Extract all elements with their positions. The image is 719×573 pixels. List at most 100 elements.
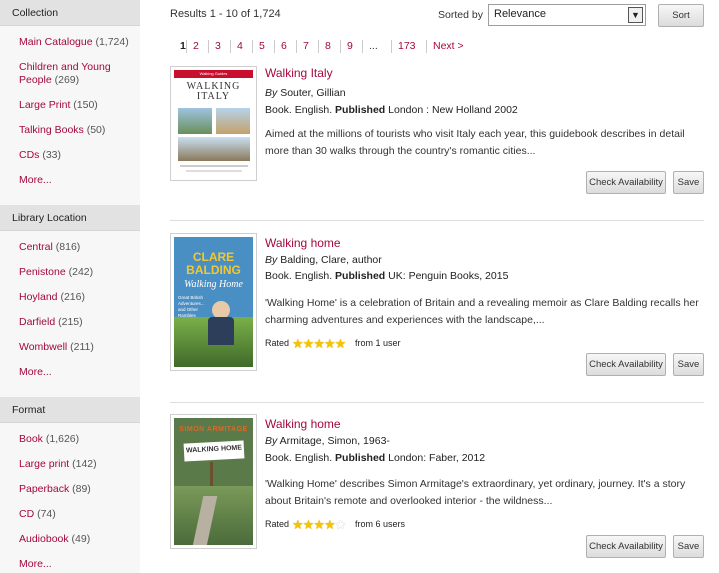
chevron-down-icon[interactable]: ▼: [628, 7, 643, 23]
facet-link-large-print-format[interactable]: Large print: [19, 458, 69, 470]
check-availability-button[interactable]: Check Availability: [586, 535, 666, 558]
facet-item: Main Catalogue (1,724): [19, 36, 129, 48]
facet-item: Wombwell (211): [19, 341, 94, 353]
cover-post: [210, 462, 213, 486]
cover-tagline: Great British Adventures... and Other Ra…: [178, 295, 205, 318]
page-link-6[interactable]: 6: [281, 40, 287, 52]
star-icon: ★: [302, 336, 315, 351]
star-icon: ★: [323, 336, 336, 351]
facet-link-large-print[interactable]: Large Print: [19, 99, 70, 111]
result-item: Walking Guides WALKING ITALY Walking Ita…: [170, 66, 704, 216]
facet-item: Hoyland (216): [19, 291, 85, 303]
facet-link-main-catalogue[interactable]: Main Catalogue: [19, 36, 93, 48]
sort-select[interactable]: Relevance ▼: [488, 4, 646, 26]
page-link-3[interactable]: 3: [215, 40, 221, 52]
cover-title: CLARE BALDING: [186, 250, 241, 277]
facet-more-location-link[interactable]: More...: [19, 366, 52, 378]
page-link-wrap: 3: [208, 40, 221, 53]
sort-button[interactable]: Sort: [658, 4, 704, 27]
book-cover[interactable]: Walking Guides WALKING ITALY: [170, 66, 257, 181]
facet-more: More...: [0, 174, 140, 187]
result-rating: Rated ★★★★★ from 1 user: [265, 336, 401, 351]
save-button[interactable]: Save: [673, 535, 704, 558]
rating-label: Rated: [265, 338, 290, 348]
page-link-wrap: Next >: [426, 40, 464, 53]
cover-title: SIMON ARMITAGE: [179, 426, 248, 433]
book-cover[interactable]: CLARE BALDING Walking Home Great British…: [170, 233, 257, 371]
rating-stars: ★★★★★: [292, 336, 347, 352]
result-divider: [170, 220, 704, 221]
star-icon: ★: [313, 517, 325, 532]
page-link-next[interactable]: Next >: [433, 40, 464, 52]
save-button[interactable]: Save: [673, 353, 704, 376]
page-ellipsis-wrap: ...: [362, 40, 378, 53]
result-divider: [170, 402, 704, 403]
star-icon: ★: [323, 517, 336, 532]
page-link-4[interactable]: 4: [237, 40, 243, 52]
page-link-2[interactable]: 2: [193, 40, 199, 52]
rating-from: from 1 user: [355, 338, 401, 348]
star-icon: ★: [292, 336, 304, 351]
star-icon: ★: [334, 336, 347, 351]
facet-link-central[interactable]: Central: [19, 241, 53, 253]
facet-link-paperback[interactable]: Paperback: [19, 483, 69, 495]
facet-item: Book (1,626): [19, 433, 80, 445]
check-availability-button[interactable]: Check Availability: [586, 171, 666, 194]
page-link-wrap: 4: [230, 40, 243, 53]
book-cover[interactable]: SIMON ARMITAGE WALKING HOME: [170, 414, 257, 549]
facet-more-format-link[interactable]: More...: [19, 558, 52, 570]
result-title-link[interactable]: Walking home: [265, 417, 341, 431]
star-icon: ★: [313, 336, 325, 351]
page-link-7[interactable]: 7: [303, 40, 309, 52]
facet-more: More...: [0, 558, 140, 571]
star-icon: ★: [334, 517, 347, 532]
facet-list-location: Central (816) Penistone (242) Hoyland (2…: [0, 231, 140, 397]
cover-field: [174, 486, 253, 545]
facet-item: Large print (142): [19, 458, 97, 470]
check-availability-button[interactable]: Check Availability: [586, 353, 666, 376]
result-rating: Rated ★★★★★ from 6 users: [265, 517, 405, 532]
page-current: 1: [180, 40, 186, 52]
facet-item: Paperback (89): [19, 483, 91, 495]
page-link-wrap: 173: [391, 40, 416, 53]
cover-subtitle: Walking Home: [184, 279, 243, 290]
facet-more-collection-link[interactable]: More...: [19, 174, 52, 186]
result-description: Aimed at the millions of tourists who vi…: [265, 128, 685, 157]
cover-art-simon-armitage: SIMON ARMITAGE WALKING HOME: [174, 418, 253, 545]
result-author: Balding, Clare, author: [280, 254, 382, 266]
facet-item: Talking Books (50): [19, 124, 106, 136]
facet-link-penistone[interactable]: Penistone: [19, 266, 66, 278]
result-author: Armitage, Simon, 1963-: [279, 435, 390, 447]
facet-item: Large Print (150): [19, 99, 98, 111]
cover-line: [186, 170, 242, 172]
facet-link-book[interactable]: Book: [19, 433, 43, 445]
result-author: Souter, Gillian: [280, 87, 346, 99]
cover-photo: [178, 108, 212, 134]
rating-stars: ★★★★★: [292, 517, 347, 533]
page-link-9[interactable]: 9: [347, 40, 353, 52]
facet-link-wombwell[interactable]: Wombwell: [19, 341, 67, 353]
page-link-wrap: 7: [296, 40, 309, 53]
result-title-link[interactable]: Walking home: [265, 236, 341, 250]
page-ellipsis: ...: [369, 40, 378, 52]
facet-item: Audiobook (49): [19, 533, 91, 545]
facet-link-cd[interactable]: CD: [19, 508, 34, 520]
facet-link-darfield[interactable]: Darfield: [19, 316, 55, 328]
facet-item: CDs (33): [19, 149, 62, 161]
facet-item: Children and Young People (269): [19, 61, 111, 86]
page-link-last[interactable]: 173: [398, 40, 416, 52]
cover-photo: [216, 108, 250, 134]
result-title-link[interactable]: Walking Italy: [265, 66, 333, 80]
facet-item: Penistone (242): [19, 266, 94, 278]
save-button[interactable]: Save: [673, 171, 704, 194]
facet-link-hoyland[interactable]: Hoyland: [19, 291, 58, 303]
page-link-5[interactable]: 5: [259, 40, 265, 52]
result-publication-line: Book. English. Published London: Faber, …: [265, 452, 486, 464]
facet-heading-collection: Collection: [0, 0, 140, 26]
facet-link-talking-books[interactable]: Talking Books: [19, 124, 84, 136]
cover-photo: [178, 137, 250, 161]
page-link-8[interactable]: 8: [325, 40, 331, 52]
facet-link-cds[interactable]: CDs: [19, 149, 39, 161]
facet-more: More...: [0, 366, 140, 379]
facet-link-audiobook[interactable]: Audiobook: [19, 533, 69, 545]
